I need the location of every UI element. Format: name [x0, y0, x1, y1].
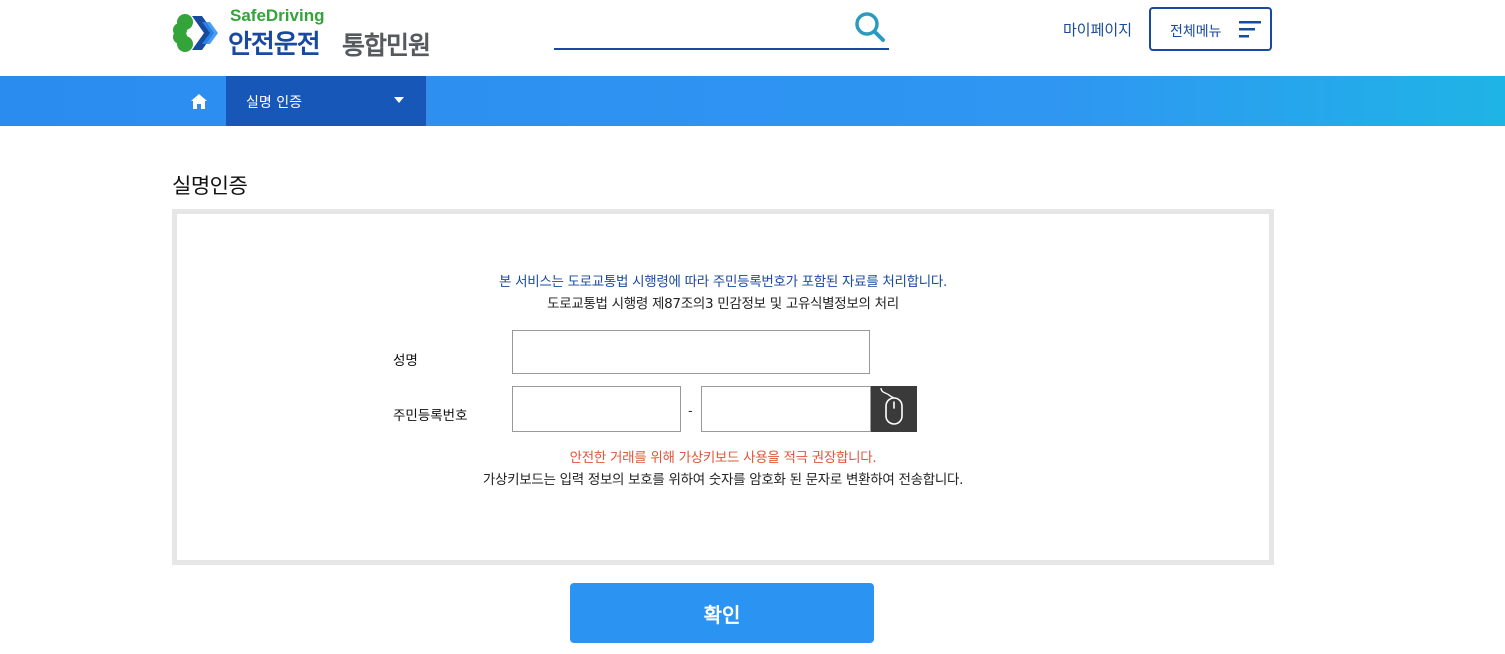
- legal-notice: 본 서비스는 도로교통법 시행령에 따라 주민등록번호가 포함된 자료를 처리합…: [498, 274, 947, 290]
- caret-down-icon: [394, 97, 404, 103]
- confirm-button[interactable]: 확인: [570, 583, 874, 643]
- logo-subtitle-text: 통합민원: [342, 31, 431, 60]
- clover-logo-icon: [173, 14, 218, 52]
- rrn-separator: -: [688, 404, 693, 419]
- rrn-back-input[interactable]: [701, 386, 871, 432]
- site-logo[interactable]: SafeDriving 안전운전 통합민원: [172, 6, 452, 60]
- page-title: 실명인증: [172, 174, 248, 198]
- rrn-label: 주민등록번호: [393, 408, 468, 424]
- virtual-keyboard-warning: 안전한 거래를 위해 가상키보드 사용을 적극 권장합니다.: [569, 450, 877, 466]
- name-input[interactable]: [512, 330, 870, 374]
- rrn-front-input[interactable]: [512, 386, 681, 432]
- legal-notice-reference: 도로교통법 시행령 제87조의3 민감정보 및 고유식별정보의 처리: [547, 296, 899, 312]
- search-bar: [554, 8, 889, 50]
- logo-korean-text: 안전운전: [228, 30, 321, 60]
- name-label: 성명: [393, 353, 418, 369]
- navigation-bar: 실명 인증: [0, 76, 1505, 126]
- all-menu-label: 전체메뉴: [1170, 24, 1222, 40]
- hamburger-menu-icon: [1239, 21, 1261, 38]
- current-menu-label: 실명 인증: [246, 95, 302, 111]
- virtual-keyboard-info: 가상키보드는 입력 정보의 보호를 위하여 숫자를 암호화 된 문자로 변환하여…: [482, 472, 964, 488]
- mypage-link[interactable]: 마이페이지: [1063, 19, 1132, 40]
- search-icon[interactable]: [853, 10, 887, 44]
- site-header: SafeDriving 안전운전 통합민원 마이페이지 전체메뉴: [0, 0, 1505, 76]
- all-menu-button[interactable]: 전체메뉴: [1149, 7, 1272, 51]
- logo-english-text: SafeDriving: [230, 6, 325, 25]
- search-input[interactable]: [554, 12, 848, 46]
- verification-form-box: 본 서비스는 도로교통법 시행령에 따라 주민등록번호가 포함된 자료를 처리합…: [172, 209, 1274, 565]
- current-menu-dropdown[interactable]: 실명 인증: [226, 76, 427, 126]
- mouse-icon: [880, 387, 903, 425]
- home-icon: [191, 94, 207, 109]
- home-button[interactable]: [172, 76, 226, 126]
- virtual-keyboard-button[interactable]: [871, 386, 917, 432]
